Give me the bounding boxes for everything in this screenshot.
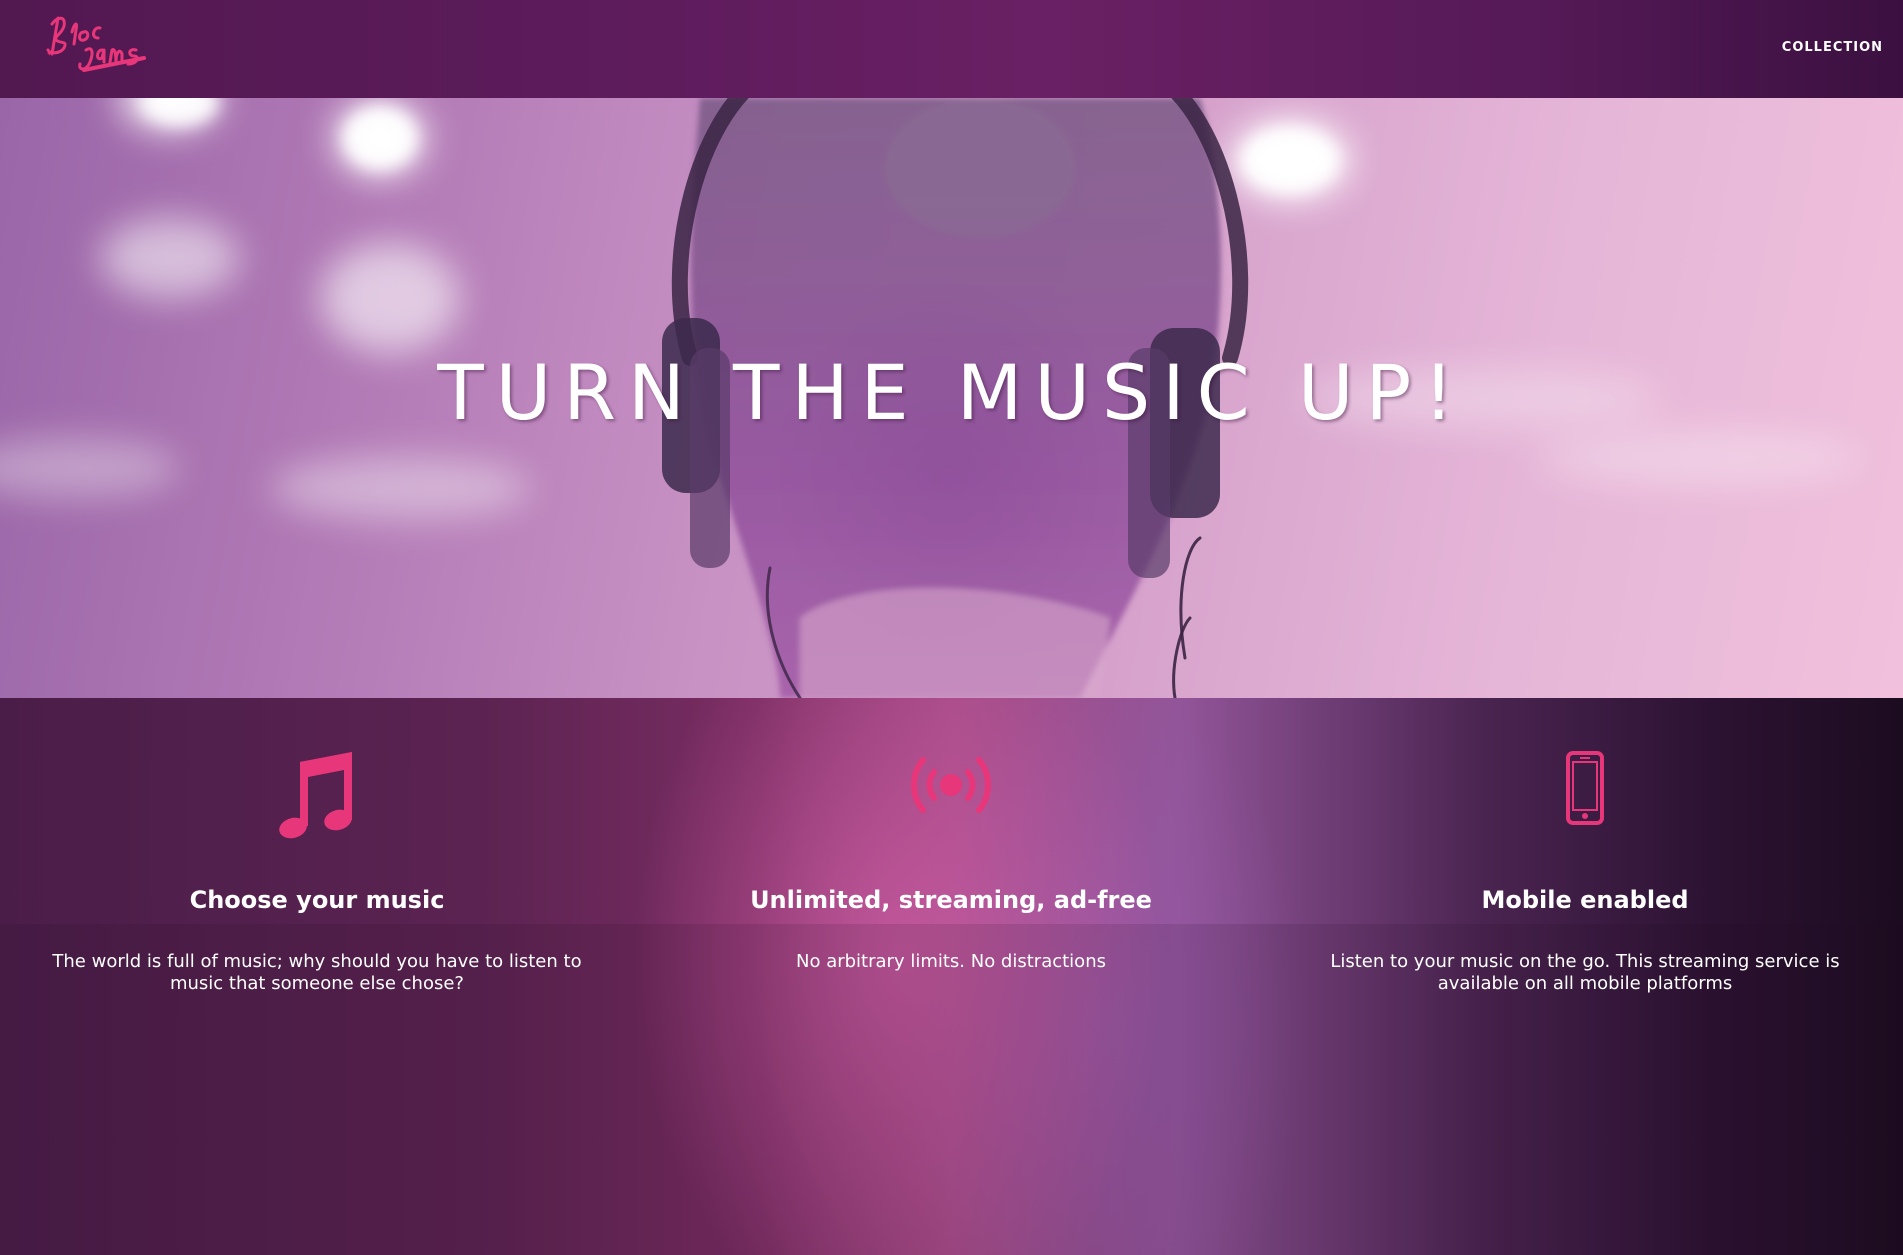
selling-points-section: Choose your music The world is full of m… bbox=[0, 698, 1903, 1255]
hero-section: TURN THE MUSIC UP! bbox=[0, 98, 1903, 698]
nav-link-collection[interactable]: COLLECTION bbox=[1782, 40, 1883, 55]
selling-point-description: No arbitrary limits. No distractions bbox=[796, 951, 1106, 972]
selling-point-title: Mobile enabled bbox=[1481, 886, 1689, 914]
music-note-icon bbox=[278, 750, 356, 844]
svg-text:✦: ✦ bbox=[46, 49, 53, 58]
radio-waves-icon bbox=[906, 750, 996, 824]
landing-page: ✦ COLLECTION TURN THE MUSIC UP! Choose y… bbox=[0, 0, 1903, 1255]
logo-script-icon: ✦ bbox=[46, 16, 146, 72]
selling-point-description: Listen to your music on the go. This str… bbox=[1330, 951, 1840, 994]
bloc-jams-logo[interactable]: ✦ bbox=[44, 10, 154, 82]
mobile-phone-icon bbox=[1565, 750, 1605, 830]
selling-point-description: The world is full of music; why should y… bbox=[52, 951, 582, 994]
selling-point-title: Choose your music bbox=[189, 886, 445, 914]
selling-point-title: Unlimited, streaming, ad-free bbox=[750, 886, 1152, 914]
navbar: ✦ COLLECTION bbox=[0, 0, 1903, 98]
hero-title: TURN THE MUSIC UP! bbox=[437, 348, 1466, 437]
